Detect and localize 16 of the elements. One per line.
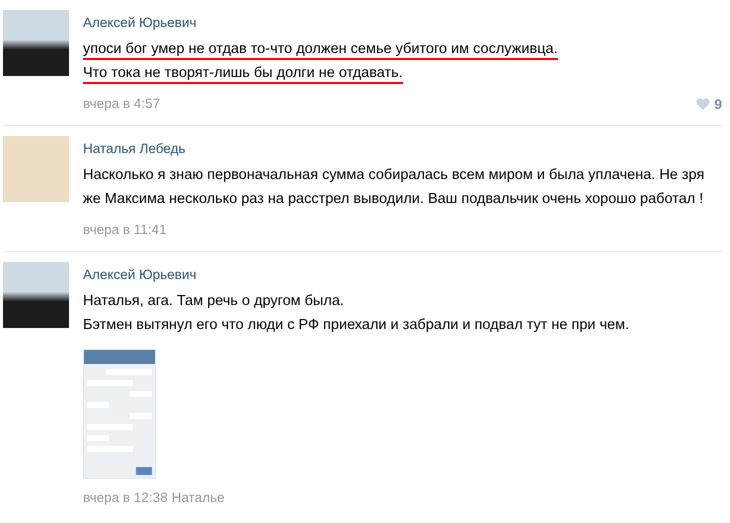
author-link[interactable]: Алексей Юрьевич [83, 266, 196, 284]
comment-text: Насколько я знаю первоначальная сумма собиралась всем миром и была уплачена. Не зря же Максима несколько раз на расстрел выводили. Ваш подвальчик очень хорошо работал ! [83, 167, 704, 207]
comment-time[interactable]: вчера в 11:41 [83, 221, 167, 239]
comment-time[interactable]: вчера в 12:38 [83, 489, 168, 507]
screenshot-thumbnail[interactable] [83, 349, 156, 479]
comment-text: Что тока не творят-лишь бы долги не отдавать. [83, 65, 403, 84]
comment-text: Наталья, ага. Там речь о другом была. [83, 293, 344, 309]
avatar-placeholder[interactable] [3, 262, 69, 328]
comment-text: Бэтмен вытянул его что люди с РФ приехали и забрали и подвал тут не при чем. [83, 317, 630, 333]
author-link[interactable]: Наталья Лебедь [83, 140, 186, 158]
comment-time[interactable]: вчера в 4:57 [83, 95, 160, 113]
author-link[interactable]: Алексей Юрьевич [83, 14, 196, 32]
comment-text: упоси бог умер не отдав то-что должен семье убитого им сослуживца. [83, 41, 558, 60]
avatar-placeholder[interactable] [3, 10, 69, 76]
reply-to-link[interactable]: Наталье [172, 489, 225, 507]
like-count: 9 [714, 95, 722, 113]
